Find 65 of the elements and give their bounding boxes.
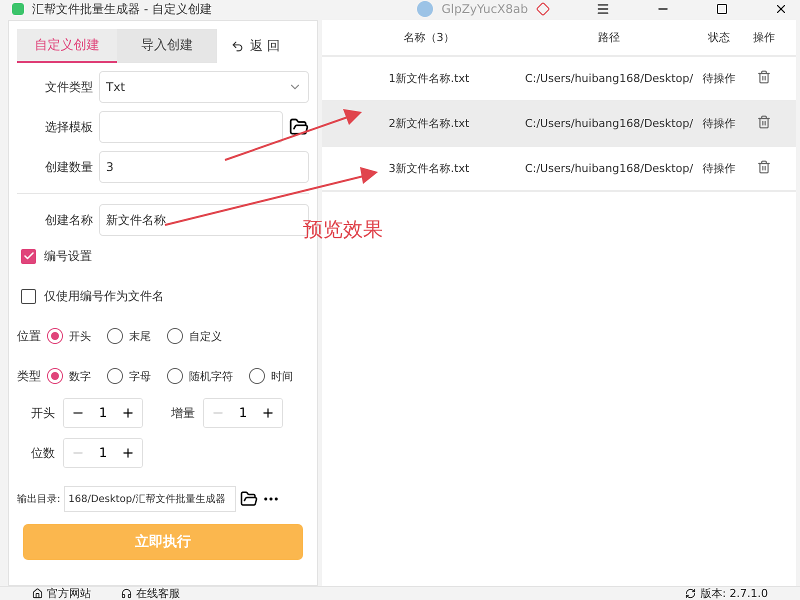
diamond-icon [536, 2, 550, 16]
trash-icon[interactable] [757, 70, 771, 84]
column-header: 路径 [597, 30, 621, 45]
radio-button[interactable] [47, 328, 63, 344]
plus-icon[interactable] [121, 406, 136, 420]
radio-button[interactable] [167, 368, 183, 384]
headset-icon [121, 588, 132, 599]
radio-button[interactable] [107, 328, 123, 344]
stepper-label: 位数 [30, 444, 55, 462]
table-row[interactable]: 2新文件名称.txt C:/Users/huibang168/Desktop/ 待操作 [322, 102, 796, 147]
plus-icon[interactable] [261, 406, 276, 420]
stepper-label: 开头 [30, 404, 55, 422]
tab[interactable]: 导入创建 [117, 29, 217, 63]
radio-group-label: 位置 [17, 328, 41, 344]
field-label: 创建名称 [44, 212, 93, 228]
checkbox[interactable] [21, 288, 36, 304]
number-stepper[interactable]: 1 [203, 398, 283, 428]
radio-label: 随机字符 [189, 368, 233, 384]
stepper-label: 增量 [170, 404, 195, 422]
field-label: 文件类型 [44, 78, 93, 96]
checkbox[interactable] [21, 248, 36, 264]
radio-button[interactable] [107, 368, 123, 384]
radio-label: 末尾 [129, 328, 151, 344]
trash-icon[interactable] [757, 160, 771, 174]
radio-label: 字母 [129, 368, 151, 384]
refresh-icon [685, 588, 696, 599]
template-field[interactable] [99, 111, 283, 143]
radio-label: 自定义 [189, 328, 222, 344]
output-label: 输出目录: [17, 492, 60, 506]
checkbox-label: 仅使用编号作为文件名 [44, 288, 164, 304]
trash-icon[interactable] [757, 115, 771, 129]
radio-group-label: 类型 [17, 368, 41, 384]
home-icon [32, 588, 43, 599]
radio-button[interactable] [167, 328, 183, 344]
radio-label: 开头 [69, 328, 91, 344]
close-icon[interactable] [774, 2, 788, 16]
radio-button[interactable] [249, 368, 265, 384]
input-field[interactable]: 3 [99, 151, 309, 183]
radio-label: 数字 [69, 368, 91, 384]
field-label: 选择模板 [44, 118, 93, 136]
app-icon [12, 3, 24, 15]
checkbox-label: 编号设置 [44, 248, 92, 264]
support-link[interactable]: 在线客服 [121, 586, 180, 600]
file-type-select[interactable]: Txt [99, 71, 309, 103]
radio-label: 时间 [271, 368, 293, 384]
window-title: 汇帮文件批量生成器 - 自定义创建 [32, 0, 212, 18]
back-button[interactable]: 返 回 [217, 29, 294, 63]
number-stepper[interactable]: 1 [63, 398, 143, 428]
column-header: 名称（3） [402, 30, 456, 45]
radio-button[interactable] [47, 368, 63, 384]
website-link[interactable]: 官方网站 [32, 586, 91, 600]
plus-icon[interactable] [121, 446, 136, 460]
folder-icon[interactable] [240, 490, 258, 508]
output-path-field[interactable]: 168/Desktop/汇帮文件批量生成器 [64, 486, 236, 512]
maximize-icon[interactable] [716, 3, 728, 15]
menu-icon[interactable] [596, 2, 610, 16]
column-header: 操作 [752, 30, 776, 45]
version-label: 版本: 2.7.1.0 [685, 586, 768, 600]
number-stepper[interactable]: 1 [63, 438, 143, 468]
column-header: 状态 [707, 30, 731, 45]
undo-arrow-icon [231, 40, 244, 52]
folder-icon[interactable] [289, 117, 309, 137]
user-name: GlpZyYucX8ab [441, 2, 528, 16]
avatar-icon [417, 1, 434, 17]
field-label: 创建数量 [44, 158, 93, 176]
